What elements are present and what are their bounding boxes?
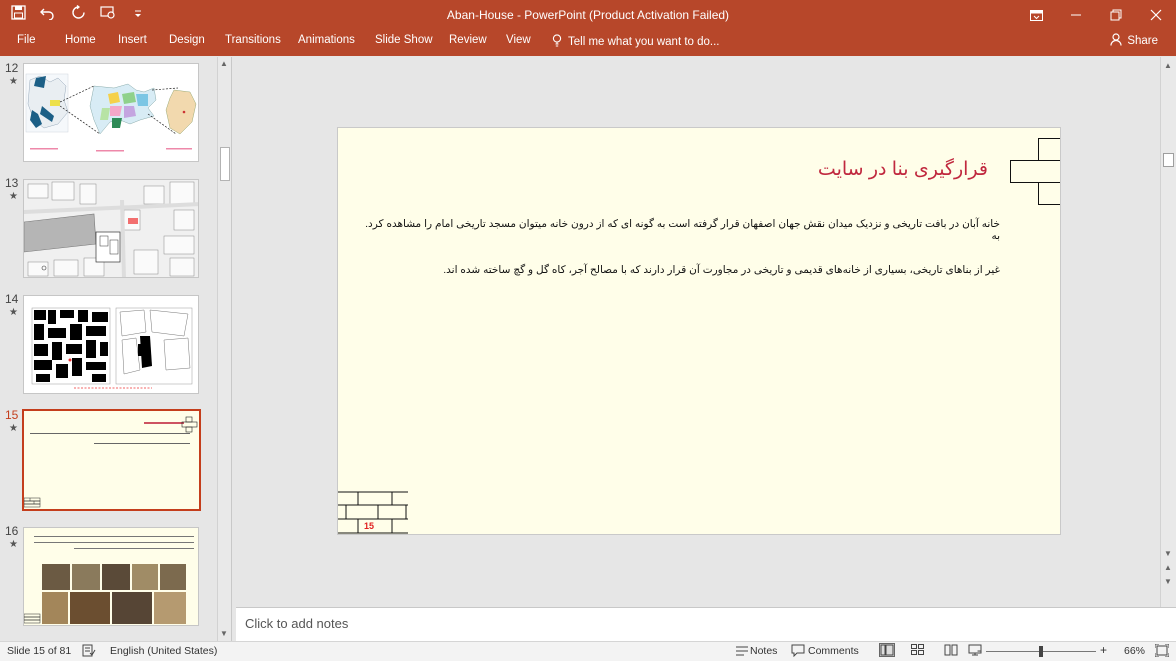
share-button[interactable]: Share: [1110, 33, 1158, 49]
thumbnail-number: 14: [5, 292, 19, 306]
slide-scrollbar[interactable]: ▲ ▼ ▲ ▼: [1160, 57, 1176, 607]
current-slide[interactable]: قرارگیری بنا در سایت خانه آبان در بافت ت…: [337, 127, 1061, 535]
slide-count: Slide 15 of 81: [7, 645, 72, 657]
tab-design[interactable]: Design: [169, 34, 205, 46]
thumbnail-number: 15: [5, 408, 19, 422]
zoom-level[interactable]: 66%: [1124, 645, 1145, 657]
tab-animations[interactable]: Animations: [298, 34, 355, 46]
animation-star-icon: ★: [9, 76, 18, 87]
site-plan-thumbnail-graphic: [24, 180, 198, 277]
scroll-down-icon[interactable]: ▼: [1164, 549, 1172, 558]
slide-title[interactable]: قرارگیری بنا در سایت: [818, 158, 988, 181]
previous-slide-icon[interactable]: ▲: [1164, 563, 1172, 572]
tab-file[interactable]: File: [17, 34, 36, 46]
ribbon-display-icon[interactable]: [1016, 0, 1056, 30]
slide-number: 15: [364, 521, 375, 531]
slide-scroll-thumb[interactable]: [1163, 153, 1174, 167]
scroll-up-icon[interactable]: ▲: [1164, 61, 1172, 70]
slide-thumbnail-14[interactable]: [23, 295, 199, 394]
thumbnail-number: 12: [5, 61, 19, 75]
current-slide-thumbnail-graphic: [24, 411, 199, 509]
slide-thumbnail-pane: 12 ★ 13 ★ 14 ★ 15 ★ 16 ★ ▲ ▼: [0, 57, 232, 641]
thumbnail-number: 16: [5, 524, 19, 538]
close-icon[interactable]: [1136, 0, 1176, 30]
spelling-check-icon[interactable]: [82, 644, 96, 660]
animation-star-icon: ★: [9, 191, 18, 202]
slide-thumbnail-12[interactable]: [23, 63, 199, 162]
scroll-down-icon[interactable]: ▼: [220, 629, 228, 638]
tab-insert[interactable]: Insert: [118, 34, 147, 46]
tell-me-text: Tell me what you want to do...: [568, 36, 720, 48]
slide-thumbnail-16[interactable]: [23, 527, 199, 626]
zoom-slider-thumb[interactable]: [1039, 646, 1043, 657]
tell-me-box[interactable]: Tell me what you want to do...: [552, 34, 720, 50]
animation-star-icon: ★: [9, 423, 18, 434]
photos-thumbnail-graphic: [24, 528, 198, 625]
minimize-icon[interactable]: [1056, 0, 1096, 30]
language-indicator[interactable]: English (United States): [110, 645, 217, 657]
slide-paragraph[interactable]: خانه آبان در بافت تاریخی و نزدیک میدان ن…: [360, 218, 1000, 242]
comments-icon[interactable]: [791, 644, 805, 660]
thumbnail-number: 13: [5, 176, 19, 190]
notes-icon[interactable]: [735, 644, 749, 660]
fit-to-window-icon[interactable]: [1154, 643, 1170, 660]
notes-pane[interactable]: Click to add notes: [236, 607, 1176, 641]
comments-toggle[interactable]: Comments: [808, 645, 859, 657]
ribbon-tabs: File Home Insert Design Transitions Anim…: [0, 30, 1176, 56]
next-slide-icon[interactable]: ▼: [1164, 577, 1172, 586]
thumbnail-scrollbar[interactable]: ▲ ▼: [217, 57, 231, 641]
tab-review[interactable]: Review: [449, 34, 487, 46]
thumbnail-scroll-thumb[interactable]: [220, 147, 230, 181]
brick-ornament-icon: [1010, 138, 1060, 205]
tab-slide-show[interactable]: Slide Show: [375, 34, 433, 46]
window-title: Aban-House - PowerPoint (Product Activat…: [446, 8, 730, 22]
notes-toggle[interactable]: Notes: [750, 645, 777, 657]
slide-editing-area: قرارگیری بنا در سایت خانه آبان در بافت ت…: [236, 57, 1160, 607]
animation-star-icon: ★: [9, 307, 18, 318]
lightbulb-icon: [552, 34, 562, 50]
title-bar: Aban-House - PowerPoint (Product Activat…: [0, 0, 1176, 30]
scroll-up-icon[interactable]: ▲: [220, 59, 228, 68]
map-thumbnail-graphic: [25, 73, 197, 152]
share-label: Share: [1127, 35, 1158, 47]
notes-placeholder: Click to add notes: [245, 616, 349, 631]
slide-thumbnail-13[interactable]: [23, 179, 199, 278]
figure-ground-thumbnail-graphic: [31, 307, 193, 389]
zoom-out-button[interactable]: -: [977, 643, 981, 657]
tab-transitions[interactable]: Transitions: [225, 34, 281, 46]
animation-star-icon: ★: [9, 539, 18, 550]
zoom-in-button[interactable]: +: [1100, 643, 1107, 657]
reading-view-icon[interactable]: [944, 644, 958, 659]
slide-sorter-icon[interactable]: [911, 644, 925, 659]
status-bar: Slide 15 of 81 English (United States) N…: [0, 641, 1176, 661]
normal-view-icon[interactable]: [879, 643, 895, 660]
tab-view[interactable]: View: [506, 34, 531, 46]
person-icon: [1110, 33, 1122, 49]
tab-home[interactable]: Home: [65, 34, 96, 46]
slide-thumbnail-15[interactable]: [22, 409, 201, 511]
restore-icon[interactable]: [1096, 0, 1136, 30]
slide-paragraph[interactable]: غیر از بناهای تاریخی، بسیاری از خانه‌های…: [360, 264, 1000, 276]
window-controls: [1016, 0, 1176, 30]
